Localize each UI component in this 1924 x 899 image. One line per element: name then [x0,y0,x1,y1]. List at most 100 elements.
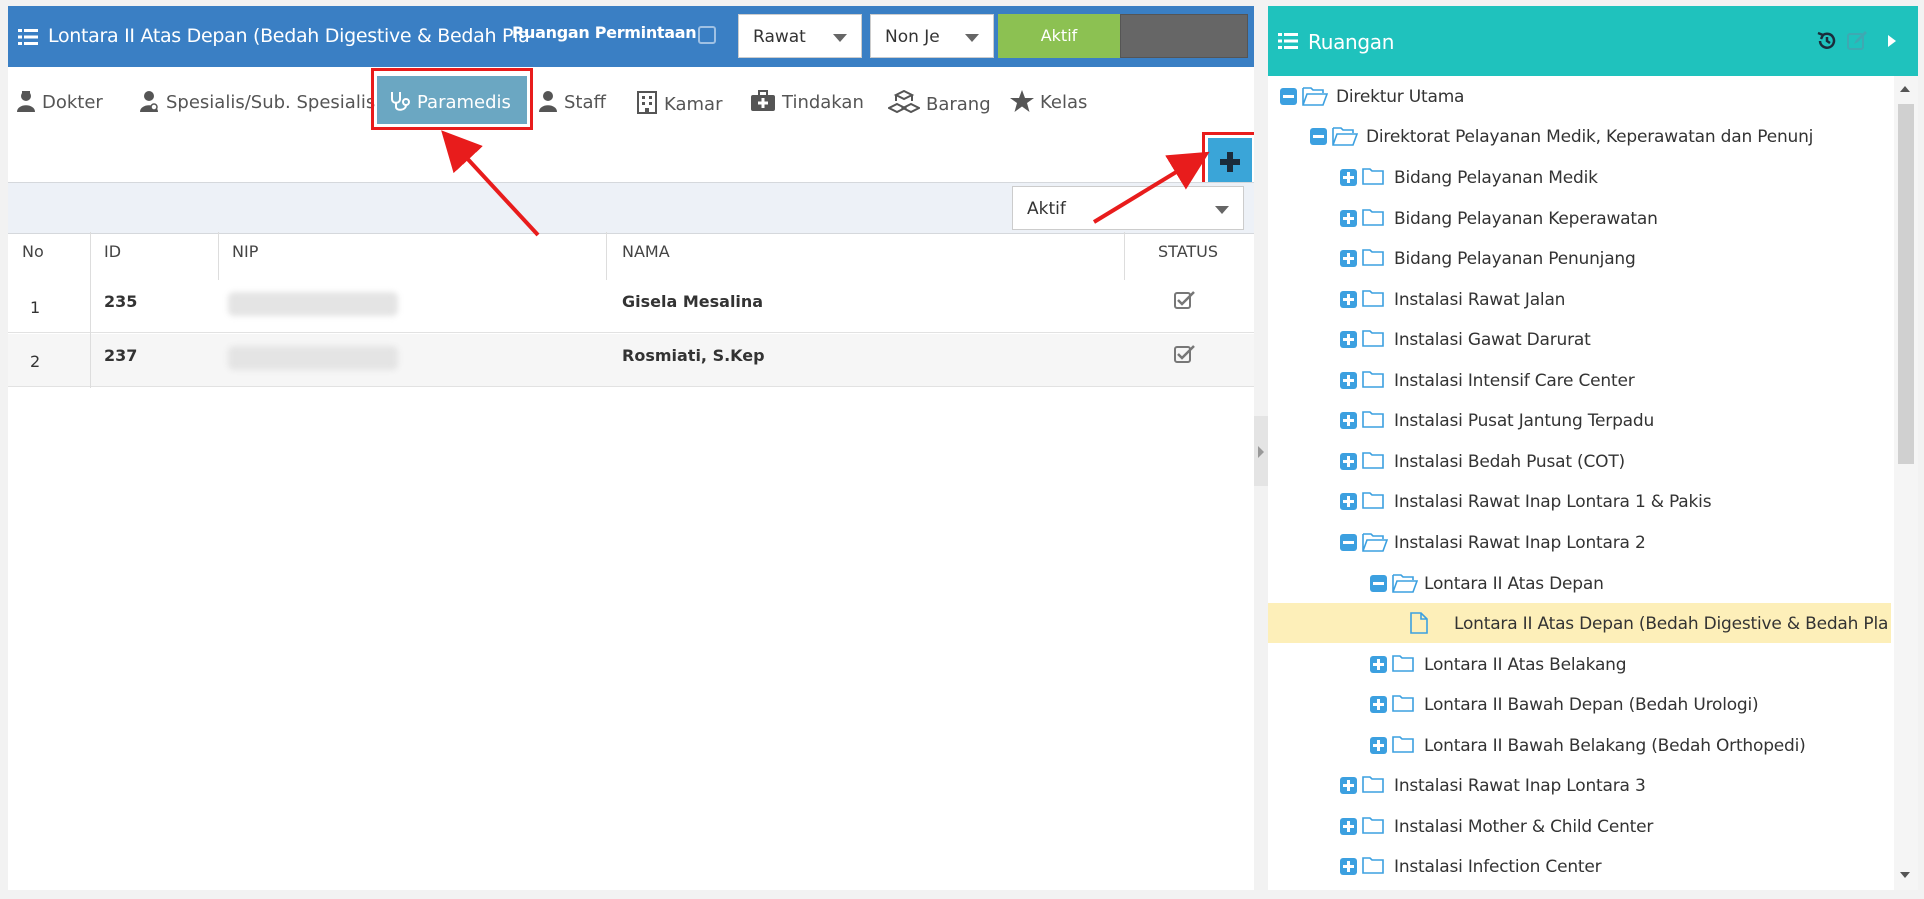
inactive-button[interactable] [1120,14,1248,58]
jenis-select-value: Non Je [885,27,940,47]
row-no: 2 [30,352,41,371]
table-row[interactable]: 1 235 Gisela Mesalina [8,280,1254,333]
table-row[interactable]: 2 237 Rosmiati, S.Kep [8,334,1254,387]
medkit-icon [751,90,775,111]
column-header-nip: NIP [232,242,259,261]
tree-label: Lontara II Atas Belakang [1424,655,1627,675]
column-header-id: ID [104,242,122,261]
expand-icon[interactable] [1340,453,1357,470]
expand-icon[interactable] [1340,412,1357,429]
row-id: 235 [104,292,138,311]
expand-icon[interactable] [1340,250,1357,267]
tree-scrollbar[interactable] [1894,76,1918,890]
list-icon [18,29,38,45]
tree-label: Instalasi Bedah Pusat (COT) [1394,452,1625,472]
jenis-select[interactable]: Non Je [870,14,994,58]
folder-icon [1362,817,1384,834]
tree-label: Bidang Pelayanan Keperawatan [1394,209,1658,229]
collapse-icon[interactable] [1280,88,1297,105]
tab-kamar[interactable]: Kamar [636,76,722,124]
right-panel: Ruangan Direktur Utama Direktorat Pelaya… [1268,6,1918,890]
panel-splitter[interactable] [1254,6,1268,890]
tree-label: Lontara II Bawah Belakang (Bedah Orthope… [1424,736,1806,756]
ruangan-permintaan-checkbox[interactable] [698,26,716,44]
left-panel-header: Lontara II Atas Depan (Bedah Digestive &… [8,6,1254,67]
row-nama: Gisela Mesalina [622,292,764,311]
left-panel: Lontara II Atas Depan (Bedah Digestive &… [8,6,1258,890]
tab-tindakan[interactable]: Tindakan [750,76,864,124]
expand-icon[interactable] [1340,818,1357,835]
tab-spesialis[interactable]: Spesialis/Sub. Spesialis [138,76,375,124]
tree-label: Instalasi Rawat Jalan [1394,290,1566,310]
expand-icon[interactable] [1340,169,1357,186]
folder-open-icon [1302,87,1328,106]
expand-icon[interactable] [1370,656,1387,673]
edit-icon[interactable] [1846,30,1868,52]
scroll-down-icon[interactable] [1900,872,1910,878]
collapse-icon[interactable] [1370,575,1387,592]
folder-icon [1362,411,1384,428]
building-icon [637,91,657,114]
expand-icon[interactable] [1340,493,1357,510]
folder-icon [1392,736,1414,753]
expand-icon[interactable] [1370,737,1387,754]
row-nip-redacted [228,346,398,370]
expand-icon[interactable] [1340,291,1357,308]
folder-icon [1362,249,1384,266]
expand-icon[interactable] [1340,858,1357,875]
user-icon [539,91,557,112]
row-id: 237 [104,346,138,365]
tab-label: Kelas [1040,92,1088,113]
tree-label: Instalasi Mother & Child Center [1394,817,1654,837]
caret-down-icon [833,34,847,42]
status-checkbox[interactable] [1174,344,1196,368]
tree-label: Bidang Pelayanan Penunjang [1394,249,1636,269]
tab-label: Dokter [42,92,103,113]
caret-down-icon [965,34,979,42]
tree-label: Instalasi Intensif Care Center [1394,371,1635,391]
tab-kelas[interactable]: Kelas [1010,76,1087,124]
expand-icon[interactable] [1340,331,1357,348]
highlight-box-paramedis [371,68,533,130]
column-header-nama: NAMA [622,242,670,261]
folder-icon [1362,371,1384,388]
tab-dokter[interactable]: Dokter [16,76,103,124]
tree-label: Lontara II Bawah Depan (Bedah Urologi) [1424,695,1759,715]
status-filter-select[interactable]: Aktif [1012,186,1244,230]
tab-staff[interactable]: Staff [538,76,606,124]
expand-icon[interactable] [1340,777,1357,794]
tree-label: Instalasi Pusat Jantung Terpadu [1394,411,1655,431]
expand-icon[interactable] [1340,372,1357,389]
check-square-icon [1174,291,1195,309]
tab-barang[interactable]: Barang [886,76,991,124]
history-icon[interactable] [1816,30,1838,52]
row-nip-redacted [228,292,398,316]
star-icon [1010,90,1034,112]
aktif-button[interactable]: Aktif [998,14,1120,58]
column-divider [606,232,607,280]
folder-icon [1362,857,1384,874]
scroll-up-icon[interactable] [1900,86,1910,92]
page-title: Lontara II Atas Depan (Bedah Digestive &… [48,25,530,47]
folder-icon [1362,168,1384,185]
rawat-select[interactable]: Rawat [738,14,862,58]
collapse-icon[interactable] [1340,534,1357,551]
doctor-icon [17,91,35,112]
collapse-icon[interactable] [1310,128,1327,145]
tree-label: Lontara II Atas Depan [1424,574,1604,594]
expand-icon[interactable] [1340,210,1357,227]
scrollbar-thumb[interactable] [1898,104,1914,464]
tree-label: Instalasi Rawat Inap Lontara 1 & Pakis [1394,492,1712,512]
tab-label: Kamar [664,94,723,115]
column-header-status: STATUS [1158,242,1219,261]
cubes-icon [886,89,922,114]
status-checkbox[interactable] [1174,290,1196,314]
column-divider [218,232,219,280]
tab-label: Barang [926,94,991,115]
tree-label: Bidang Pelayanan Medik [1394,168,1598,188]
row-no: 1 [30,298,41,317]
ruangan-permintaan-label: Ruangan Permintaan [512,23,697,42]
caret-right-icon[interactable] [1886,34,1898,48]
expand-icon[interactable] [1370,696,1387,713]
specialist-icon [140,91,158,112]
